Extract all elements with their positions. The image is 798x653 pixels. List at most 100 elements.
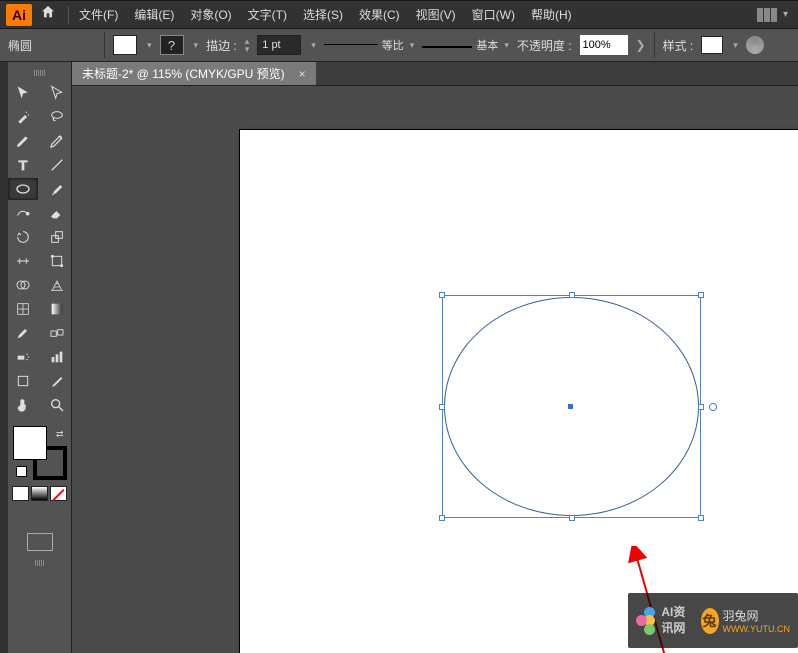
canvas[interactable]: AI资讯网 兔 羽兔网 WWW.YUTU.CN xyxy=(72,86,798,653)
chevron-down-icon[interactable]: ▾ xyxy=(311,40,316,51)
column-graph-tool[interactable] xyxy=(42,346,72,368)
document-area: 未标题-2* @ 115% (CMYK/GPU 预览) × xyxy=(72,62,798,653)
separator xyxy=(68,6,69,24)
draw-normal[interactable] xyxy=(12,507,29,522)
menu-object[interactable]: 对象(O) xyxy=(190,6,231,23)
line-tool[interactable] xyxy=(42,154,72,176)
menu-select[interactable]: 选择(S) xyxy=(303,6,343,23)
symbol-sprayer-tool[interactable] xyxy=(8,346,38,368)
style-label: 样式 : xyxy=(663,37,694,54)
home-icon[interactable] xyxy=(40,4,56,25)
stroke-stepper[interactable]: ▴▾ xyxy=(245,37,250,53)
shape-builder-tool[interactable] xyxy=(8,274,38,296)
shaper-tool[interactable] xyxy=(8,202,38,224)
default-colors-icon[interactable] xyxy=(16,466,27,477)
fill-stroke-control[interactable]: ⇄ xyxy=(13,426,67,480)
curvature-tool[interactable] xyxy=(42,130,72,152)
layout-icon xyxy=(757,8,777,22)
chevron-down-icon: ▾ xyxy=(504,40,509,51)
handle-bottom-right[interactable] xyxy=(698,515,704,521)
screen-mode[interactable] xyxy=(21,528,59,556)
paintbrush-tool[interactable] xyxy=(42,178,72,200)
recolor-icon[interactable] xyxy=(746,36,764,54)
scale-tool[interactable] xyxy=(42,226,72,248)
artboard-tool[interactable] xyxy=(8,370,38,392)
selection-tool[interactable] xyxy=(8,82,38,104)
eyedropper-tool[interactable] xyxy=(8,322,38,344)
menu-file[interactable]: 文件(F) xyxy=(79,6,118,23)
blend-tool[interactable] xyxy=(42,322,72,344)
workspace-switcher[interactable]: ▾ xyxy=(757,8,788,22)
menu-window[interactable]: 窗口(W) xyxy=(472,6,515,23)
handle-mid-right[interactable] xyxy=(698,404,704,410)
fill-color[interactable] xyxy=(13,426,47,460)
menu-type[interactable]: 文字(T) xyxy=(248,6,287,23)
perspective-grid-tool[interactable] xyxy=(42,274,72,296)
draw-inside[interactable] xyxy=(50,507,67,522)
brush-label: 基本 xyxy=(476,37,498,53)
free-transform-tool[interactable] xyxy=(42,250,72,272)
profile-dropdown[interactable]: 等比 ▾ xyxy=(324,37,415,53)
handle-bottom-left[interactable] xyxy=(439,515,445,521)
gradient-tool[interactable] xyxy=(42,298,72,320)
magic-wand-tool[interactable] xyxy=(8,106,38,128)
separator xyxy=(654,32,655,58)
handle-top-mid[interactable] xyxy=(569,292,575,298)
direct-selection-tool[interactable] xyxy=(42,82,72,104)
toolbox-grip[interactable] xyxy=(21,70,59,76)
swap-icon[interactable]: ⇄ xyxy=(56,429,64,440)
color-mode-gradient[interactable] xyxy=(31,486,48,501)
watermark-text-2: 羽兔网 WWW.YUTU.CN xyxy=(723,607,791,634)
pen-tool[interactable] xyxy=(8,130,38,152)
fill-swatch[interactable] xyxy=(113,35,137,55)
handle-top-left[interactable] xyxy=(439,292,445,298)
document-tab[interactable]: 未标题-2* @ 115% (CMYK/GPU 预览) × xyxy=(72,62,317,85)
chevron-down-icon[interactable]: ▾ xyxy=(733,40,738,51)
color-mode-color[interactable] xyxy=(12,486,29,501)
chevron-down-icon[interactable]: ▾ xyxy=(147,40,152,51)
handle-mid-left[interactable] xyxy=(439,404,445,410)
profile-label: 等比 xyxy=(382,37,404,53)
eraser-tool[interactable] xyxy=(42,202,72,224)
ellipse-tool[interactable] xyxy=(8,178,38,200)
opacity-next[interactable]: ❯ xyxy=(636,38,646,52)
opacity-label: 不透明度 : xyxy=(517,37,572,54)
width-tool[interactable] xyxy=(8,250,38,272)
stroke-width-input[interactable] xyxy=(257,35,301,55)
profile-preview xyxy=(324,44,378,52)
slice-tool[interactable] xyxy=(42,370,72,392)
chevron-down-icon: ▾ xyxy=(783,9,788,20)
menubar: Ai 文件(F) 编辑(E) 对象(O) 文字(T) 选择(S) 效果(C) 视… xyxy=(0,0,798,28)
toolbox-bottom-grip[interactable] xyxy=(21,560,59,566)
menu-view[interactable]: 视图(V) xyxy=(416,6,456,23)
chevron-down-icon: ▾ xyxy=(410,40,415,51)
zoom-tool[interactable] xyxy=(42,394,72,416)
handle-bottom-mid[interactable] xyxy=(569,515,575,521)
opacity-input[interactable] xyxy=(580,35,628,55)
stroke-swatch[interactable]: ? xyxy=(160,35,184,55)
lasso-tool[interactable] xyxy=(42,106,72,128)
watermark: AI资讯网 兔 羽兔网 WWW.YUTU.CN xyxy=(628,593,798,648)
color-mode-row xyxy=(12,486,67,501)
workspace: ⇄ 未标题-2* @ 115% (CMYK/GPU 预览) × xyxy=(0,62,798,653)
handle-top-right[interactable] xyxy=(698,292,704,298)
center-point[interactable] xyxy=(568,404,573,409)
rotate-tool[interactable] xyxy=(8,226,38,248)
mesh-tool[interactable] xyxy=(8,298,38,320)
pie-widget-icon[interactable] xyxy=(709,403,717,411)
draw-behind[interactable] xyxy=(31,507,48,522)
close-icon[interactable]: × xyxy=(299,67,306,81)
brush-preview xyxy=(422,46,472,48)
brush-dropdown[interactable]: 基本 ▾ xyxy=(422,37,509,53)
style-swatch[interactable] xyxy=(701,36,723,54)
draw-mode-row xyxy=(12,507,67,522)
menu-edit[interactable]: 编辑(E) xyxy=(134,6,174,23)
color-mode-none[interactable] xyxy=(50,486,67,501)
stroke-label: 描边 : xyxy=(206,37,237,54)
menu-help[interactable]: 帮助(H) xyxy=(531,6,572,23)
active-tool-name: 椭圆 xyxy=(8,37,96,54)
type-tool[interactable] xyxy=(8,154,38,176)
hand-tool[interactable] xyxy=(8,394,38,416)
menu-effect[interactable]: 效果(C) xyxy=(359,6,400,23)
chevron-down-icon[interactable]: ▾ xyxy=(194,40,199,51)
